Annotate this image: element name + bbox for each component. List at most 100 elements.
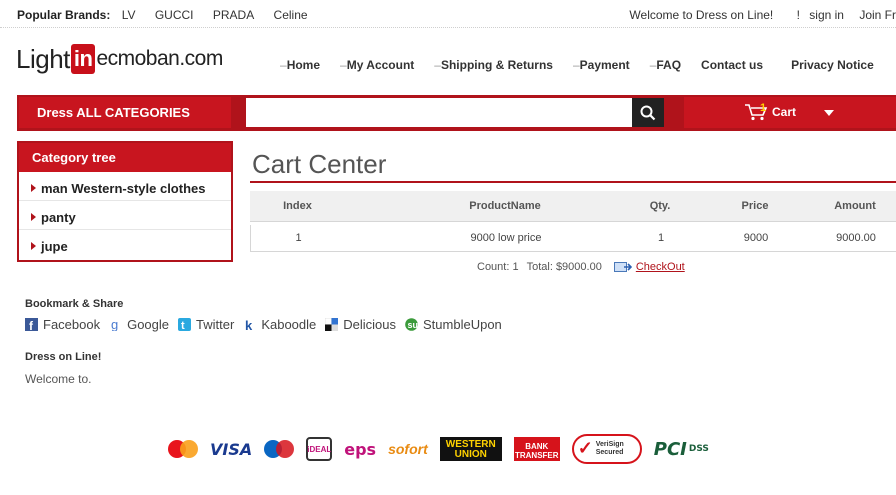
svg-text:t: t <box>181 320 185 331</box>
all-categories-button[interactable]: Dress ALL CATEGORIES <box>19 97 231 128</box>
western-union-icon: WESTERN UNION <box>439 437 502 461</box>
facebook-icon: f <box>25 318 38 331</box>
twitter-icon: t <box>178 318 192 331</box>
nav-home-label: Home <box>286 58 321 72</box>
pci-text: PCI <box>653 438 687 460</box>
cart-count-text: Count: 1 <box>477 261 519 273</box>
brand-link-gucci[interactable]: GUCCI <box>155 8 194 22</box>
table-row: 1 9000 low price 1 9000 9000.00 <box>250 225 896 252</box>
share-stumbleupon-label: StumbleUpon <box>423 317 502 332</box>
arrow-right-icon <box>31 242 36 250</box>
cart-summary: Count: 1 Total: $9000.00 CheckOut <box>477 261 685 273</box>
google-icon: g <box>111 318 118 331</box>
category-tree: Category tree man Western-style clothes … <box>17 141 233 262</box>
category-item-panty[interactable]: panty <box>19 201 231 230</box>
arrow-right-icon <box>31 184 36 192</box>
svg-text:su: su <box>408 320 419 330</box>
nav-contact-us[interactable]: Contact us <box>701 58 763 72</box>
share-facebook[interactable]: f Facebook <box>25 317 100 332</box>
category-item-label: man Western-style clothes <box>41 181 206 196</box>
category-item-man-western[interactable]: man Western-style clothes <box>19 172 231 201</box>
share-facebook-label: Facebook <box>43 317 101 332</box>
chevron-down-icon <box>824 110 834 116</box>
share-delicious-label: Delicious <box>343 317 397 332</box>
cell-amount: 9000.00 <box>836 232 876 244</box>
cart-count: 1 <box>760 102 767 114</box>
col-header-amount: Amount <box>834 200 876 212</box>
pci-dss-icon: PCI DSS <box>654 439 709 460</box>
brand-link-prada[interactable]: PRADA <box>213 8 254 22</box>
search-input[interactable] <box>246 98 633 127</box>
svg-text:g: g <box>111 318 118 331</box>
checkout-button[interactable]: CheckOut <box>613 261 685 273</box>
nav-shipping-returns[interactable]: –Shipping & Returns <box>434 58 553 72</box>
popular-brands: Popular Brands: LV GUCCI PRADA Celine <box>17 8 324 22</box>
visa-icon: VISA <box>210 439 253 459</box>
cart-table: Index ProductName Qty. Price Amount 1 90… <box>250 191 896 252</box>
brand-link-celine[interactable]: Celine <box>274 8 308 22</box>
cell-index: 1 <box>295 232 302 244</box>
share-stumbleupon[interactable]: su StumbleUpon <box>405 317 502 332</box>
col-header-qty: Qty. <box>649 200 671 212</box>
nav-my-account-label: My Account <box>346 58 415 72</box>
mastercard-icon <box>168 440 198 458</box>
share-kaboodle[interactable]: k Kaboodle <box>243 317 316 332</box>
join-link[interactable]: Join Fr <box>859 8 896 22</box>
share-kaboodle-label: Kaboodle <box>261 317 317 332</box>
nav-payment-label: Payment <box>579 58 630 72</box>
nav-payment[interactable]: –Payment <box>573 58 630 72</box>
share-google[interactable]: g Google <box>109 317 169 332</box>
search-button[interactable] <box>632 98 664 127</box>
share-google-label: Google <box>127 317 170 332</box>
payment-methods: VISA iDEAL eps sofort WESTERN UNION BANK… <box>168 433 721 465</box>
top-bar: Popular Brands: LV GUCCI PRADA Celine We… <box>0 0 896 28</box>
cell-product-name[interactable]: 9000 low price <box>431 232 581 244</box>
nav-home[interactable]: –Home <box>280 58 320 72</box>
brand-link-lv[interactable]: LV <box>122 8 136 22</box>
cart-label: Cart <box>772 105 797 119</box>
cart-table-header: Index ProductName Qty. Price Amount <box>250 191 896 222</box>
cell-price: 9000 <box>743 232 769 244</box>
logo-text-rest: ecmoban.com <box>96 47 223 70</box>
verisign-check-icon: ✓ <box>577 438 593 458</box>
checkout-icon <box>613 262 632 272</box>
svg-text:k: k <box>245 318 253 331</box>
bookmark-share-title: Bookmark & Share <box>25 298 124 310</box>
nav-shipping-label: Shipping & Returns <box>440 58 553 72</box>
share-twitter[interactable]: t Twitter <box>178 317 234 332</box>
nav-faq[interactable]: –FAQ <box>650 58 681 72</box>
checkout-label: CheckOut <box>635 261 685 273</box>
cart-total-text: Total: $9000.00 <box>526 261 602 273</box>
ideal-icon: iDEAL <box>306 437 333 461</box>
category-item-jupe[interactable]: jupe <box>19 230 231 259</box>
nav-privacy-notice[interactable]: Privacy Notice <box>791 58 874 72</box>
category-item-label: jupe <box>41 239 68 254</box>
welcome-area: Welcome to Dress on Line! ! sign in Join… <box>629 8 896 22</box>
dress-online-text: Welcome to. <box>25 372 92 386</box>
dress-online-title: Dress on Line! <box>25 351 102 363</box>
cell-qty: 1 <box>657 232 665 244</box>
search-icon <box>640 105 656 120</box>
col-header-index: Index <box>283 200 312 212</box>
share-delicious[interactable]: Delicious <box>325 317 396 332</box>
bank-transfer-icon: BANK TRANSFER <box>513 437 560 461</box>
logo-text-in: in <box>70 44 96 74</box>
welcome-text: Welcome to Dress on Line! <box>629 8 774 22</box>
brands-label: Popular Brands: <box>17 8 111 22</box>
nav-contact-label: Contact us <box>701 58 764 72</box>
sign-in-link[interactable]: sign in <box>809 8 844 22</box>
site-logo[interactable]: Light in ecmoban.com <box>16 42 223 76</box>
nav-my-account[interactable]: –My Account <box>340 58 414 72</box>
delicious-icon <box>325 318 339 331</box>
stumbleupon-icon: su <box>405 318 418 331</box>
category-item-label: panty <box>41 210 76 225</box>
main-nav: –Home –My Account –Shipping & Returns –P… <box>280 58 896 72</box>
cart-button[interactable]: 1 Cart <box>684 97 896 128</box>
logo-text-light: Light <box>16 43 70 74</box>
kaboodle-icon: k <box>245 318 253 331</box>
sofort-icon: sofort <box>388 441 428 457</box>
nav-faq-label: FAQ <box>656 58 682 72</box>
title-divider <box>250 181 896 183</box>
share-twitter-label: Twitter <box>196 317 235 332</box>
verisign-icon: ✓ VeriSign Secured <box>571 434 642 464</box>
